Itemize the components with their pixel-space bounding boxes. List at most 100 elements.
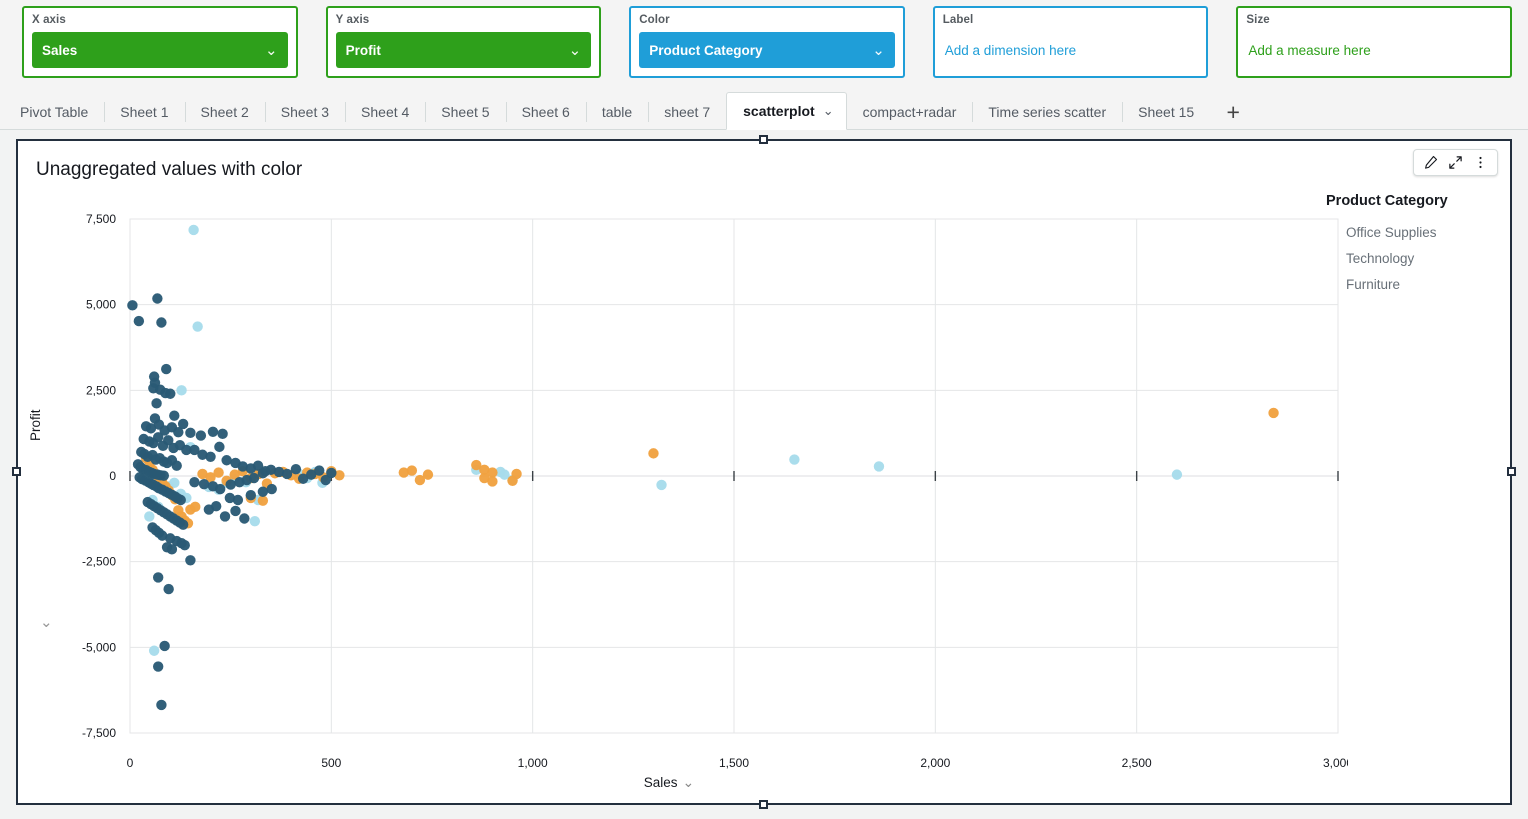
scatter-point[interactable] <box>134 316 144 326</box>
field-well-size[interactable]: SizeAdd a measure here <box>1236 6 1512 78</box>
scatter-point[interactable] <box>217 429 227 439</box>
scatter-point[interactable] <box>1268 408 1278 418</box>
field-well-placeholder[interactable]: Add a dimension here <box>943 32 1199 68</box>
scatter-point[interactable] <box>163 584 173 594</box>
scatter-point[interactable] <box>153 661 163 671</box>
scatter-point[interactable] <box>161 364 171 374</box>
scatter-point[interactable] <box>213 467 223 477</box>
sheet-tab-time-series-scatter[interactable]: Time series scatter <box>972 95 1122 129</box>
scatter-point[interactable] <box>511 469 521 479</box>
scatter-point[interactable] <box>176 385 186 395</box>
scatter-point[interactable] <box>233 495 243 505</box>
scatter-point[interactable] <box>178 419 188 429</box>
sheet-tab-pivot-table[interactable]: Pivot Table <box>4 95 104 129</box>
scatter-point[interactable] <box>180 540 190 550</box>
field-well-label[interactable]: LabelAdd a dimension here <box>933 6 1209 78</box>
scatter-point[interactable] <box>789 454 799 464</box>
sheet-tab-sheet-1[interactable]: Sheet 1 <box>104 95 184 129</box>
resize-handle-bottom[interactable] <box>759 800 768 809</box>
resize-handle-left[interactable] <box>12 467 21 476</box>
scatter-point[interactable] <box>151 398 161 408</box>
scatter-point[interactable] <box>239 513 249 523</box>
scatter-point[interactable] <box>172 461 182 471</box>
scatter-point[interactable] <box>167 544 177 554</box>
kebab-menu-icon[interactable] <box>1469 151 1492 174</box>
scatter-point[interactable] <box>874 461 884 471</box>
scatter-plot[interactable]: 7,5005,0002,5000-2,500-5,000-7,50005001,… <box>18 187 1348 807</box>
x-axis-title[interactable]: Sales <box>644 775 678 790</box>
sheet-tab-sheet-3[interactable]: Sheet 3 <box>265 95 345 129</box>
scatter-point[interactable] <box>250 516 260 526</box>
scatter-point[interactable] <box>282 469 292 479</box>
chevron-down-icon[interactable]: ⌄ <box>265 41 278 59</box>
scatter-point[interactable] <box>156 700 166 710</box>
scatter-point[interactable] <box>159 641 169 651</box>
scatter-point[interactable] <box>178 519 188 529</box>
resize-handle-right[interactable] <box>1507 467 1516 476</box>
legend-item[interactable]: Furniture <box>1326 277 1496 292</box>
scatter-point[interactable] <box>205 452 215 462</box>
add-sheet-button[interactable]: + <box>1210 95 1256 129</box>
chevron-down-icon[interactable]: ⌄ <box>823 103 834 119</box>
scatter-point[interactable] <box>153 572 163 582</box>
resize-handle-top[interactable] <box>759 135 768 144</box>
legend-item[interactable]: Technology <box>1326 251 1496 266</box>
x-axis-chevron-icon[interactable]: ⌄ <box>683 774 695 790</box>
scatter-point[interactable] <box>648 448 658 458</box>
scatter-point[interactable] <box>656 480 666 490</box>
field-well-y-axis[interactable]: Y axisProfit⌄ <box>326 6 602 78</box>
scatter-point[interactable] <box>169 410 179 420</box>
scatter-point[interactable] <box>225 479 235 489</box>
scatter-point[interactable] <box>220 511 230 521</box>
scatter-point[interactable] <box>211 501 221 511</box>
field-well-x-axis[interactable]: X axisSales⌄ <box>22 6 298 78</box>
sheet-tab-sheet-2[interactable]: Sheet 2 <box>185 95 265 129</box>
scatter-point[interactable] <box>249 473 259 483</box>
scatter-point[interactable] <box>144 511 154 521</box>
scatter-point[interactable] <box>258 487 268 497</box>
field-well-placeholder[interactable]: Add a measure here <box>1246 32 1502 68</box>
visual-container[interactable]: Unaggregated values with color Product C… <box>16 139 1512 805</box>
sheet-tab-sheet-4[interactable]: Sheet 4 <box>345 95 425 129</box>
sheet-tab-sheet-6[interactable]: Sheet 6 <box>506 95 586 129</box>
scatter-point[interactable] <box>1172 469 1182 479</box>
scatter-point[interactable] <box>221 455 231 465</box>
scatter-point[interactable] <box>423 469 433 479</box>
scatter-point[interactable] <box>196 430 206 440</box>
y-axis-chevron-icon[interactable]: ⌄ <box>40 613 53 631</box>
scatter-point[interactable] <box>189 477 199 487</box>
scatter-point[interactable] <box>149 646 159 656</box>
expand-icon[interactable] <box>1444 151 1467 174</box>
scatter-point[interactable] <box>159 470 169 480</box>
scatter-point[interactable] <box>127 300 137 310</box>
scatter-point[interactable] <box>199 479 209 489</box>
scatter-point[interactable] <box>192 321 202 331</box>
sheet-tab-sheet-15[interactable]: Sheet 15 <box>1122 95 1210 129</box>
scatter-point[interactable] <box>185 428 195 438</box>
sheet-tab-sheet-7[interactable]: sheet 7 <box>648 95 726 129</box>
scatter-point[interactable] <box>156 317 166 327</box>
y-axis-title[interactable]: Profit <box>28 409 43 441</box>
field-pill[interactable]: Product Category⌄ <box>639 32 895 68</box>
scatter-point[interactable] <box>267 484 277 494</box>
scatter-point[interactable] <box>215 484 225 494</box>
field-pill[interactable]: Sales⌄ <box>32 32 288 68</box>
sheet-tab-sheet-5[interactable]: Sheet 5 <box>425 95 505 129</box>
scatter-point[interactable] <box>407 465 417 475</box>
scatter-point[interactable] <box>487 476 497 486</box>
scatter-point[interactable] <box>314 465 324 475</box>
scatter-point[interactable] <box>246 490 256 500</box>
scatter-point[interactable] <box>208 427 218 437</box>
scatter-point[interactable] <box>258 495 268 505</box>
edit-pencil-icon[interactable] <box>1419 151 1442 174</box>
scatter-point[interactable] <box>326 468 336 478</box>
scatter-point[interactable] <box>188 225 198 235</box>
scatter-point[interactable] <box>214 442 224 452</box>
chevron-down-icon[interactable]: ⌄ <box>569 41 582 59</box>
scatter-point[interactable] <box>291 464 301 474</box>
scatter-point[interactable] <box>176 495 186 505</box>
sheet-tab-compact-radar[interactable]: compact+radar <box>847 95 973 129</box>
scatter-point[interactable] <box>165 389 175 399</box>
field-well-color[interactable]: ColorProduct Category⌄ <box>629 6 905 78</box>
scatter-point[interactable] <box>190 502 200 512</box>
